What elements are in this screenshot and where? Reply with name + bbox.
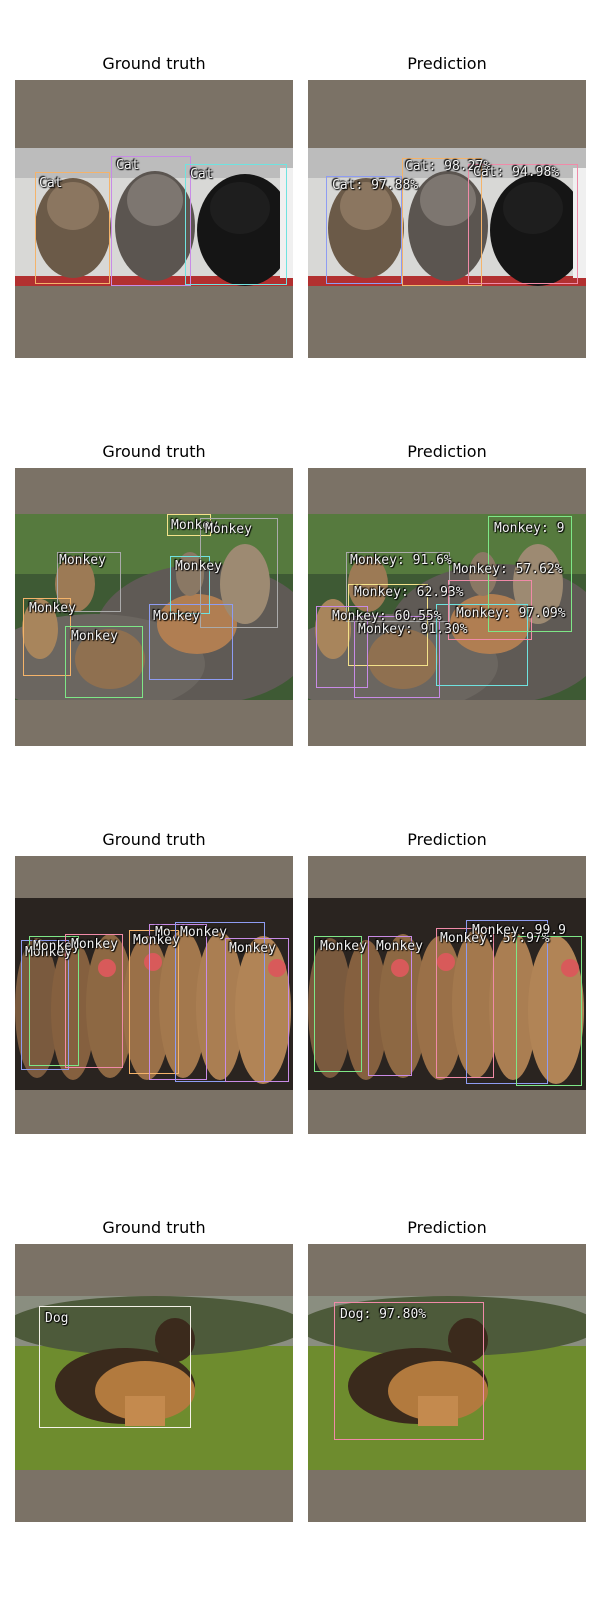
image-frame: Dog: 97.80% (308, 1244, 586, 1522)
box-label: Monkey (29, 601, 76, 616)
image-frame: Cat Cat Cat (15, 80, 293, 358)
row-cats: Ground truth Cat Cat Cat Prediction Cat:… (0, 54, 600, 414)
box-label: Monkey: 91.30% (358, 622, 468, 637)
panel-prediction: Prediction Dog: 97.80% (308, 1218, 586, 1522)
panel-ground-truth: Ground truth (15, 830, 293, 1134)
box-label: Dog (45, 1311, 69, 1326)
box-label: Monkey (376, 939, 423, 954)
image-frame: Monkey Monkey Monkey Mo Monkey Monkey Mo… (15, 856, 293, 1134)
box-label: Monkey (175, 559, 222, 574)
bbox (111, 156, 191, 286)
box-label: Monkey (153, 609, 200, 624)
panel-ground-truth: Ground truth Cat Cat Cat (15, 54, 293, 358)
box-label: Monkey (229, 941, 276, 956)
panel-prediction: Prediction Cat: 97.88% Cat: 98.27% Cat: … (308, 54, 586, 358)
panel-title: Prediction (407, 442, 487, 461)
box-label: Monkey (205, 522, 252, 537)
image-frame: Cat: 97.88% Cat: 98.27% Cat: 94.98% (308, 80, 586, 358)
box-label: Monkey (180, 925, 227, 940)
box-label: Cat (190, 167, 214, 182)
image-frame: Monkey Monkey Monkey: 57.97% Monkey: 99.… (308, 856, 586, 1134)
box-label: Monkey (320, 939, 367, 954)
box-label: Monkey: 99.9 (472, 923, 566, 938)
image-frame: Dog (15, 1244, 293, 1522)
panel-ground-truth: Ground truth Dog (15, 1218, 293, 1522)
box-label: Monkey (133, 933, 180, 948)
box-label: Cat: 94.98% (473, 165, 560, 180)
row-dog: Ground truth Dog Prediction Dog: 97.80% (0, 1218, 600, 1578)
panel-prediction: Prediction (308, 442, 586, 746)
panel-title: Prediction (407, 54, 487, 73)
panel-title: Ground truth (102, 442, 206, 461)
box-label: Cat (39, 176, 63, 191)
panel-ground-truth: Ground truth (15, 442, 293, 746)
box-label: Monkey (59, 553, 106, 568)
bbox (65, 934, 123, 1068)
row-monkeys-line: Ground truth Monkey Monkey Monkey Mo Mon… (0, 830, 600, 1190)
row-monkeys-rocks: Ground truth Monkey Monkey Monkey Monkey… (0, 442, 600, 802)
panel-title: Ground truth (102, 54, 206, 73)
bbox (368, 936, 412, 1076)
box-label: Cat: 97.88% (332, 178, 419, 193)
box-label: Monkey: 91.6% (350, 553, 452, 568)
image-frame: Monkey: 91.6% Monkey: 62.93% Monkey: 60.… (308, 468, 586, 746)
bbox (334, 1302, 484, 1440)
box-label: Monkey (71, 629, 118, 644)
box-label: Monkey: 97.09% (456, 606, 566, 621)
bbox (314, 936, 362, 1072)
bbox (185, 164, 287, 285)
box-label: Monkey: 62.93% (354, 585, 464, 600)
box-label: Cat (116, 158, 140, 173)
image-frame: Monkey Monkey Monkey Monkey Monkey Monke… (15, 468, 293, 746)
panel-title: Prediction (407, 830, 487, 849)
box-label: Monkey: 57.62% (453, 562, 563, 577)
box-label: Monkey (71, 937, 118, 952)
panel-title: Ground truth (102, 830, 206, 849)
panel-title: Ground truth (102, 1218, 206, 1237)
box-label: Monkey: 9 (494, 521, 565, 536)
panel-prediction: Prediction (308, 830, 586, 1134)
bbox (225, 938, 289, 1082)
panel-title: Prediction (407, 1218, 487, 1237)
bbox (468, 164, 578, 284)
box-label: Dog: 97.80% (340, 1307, 427, 1322)
bbox (516, 936, 582, 1086)
